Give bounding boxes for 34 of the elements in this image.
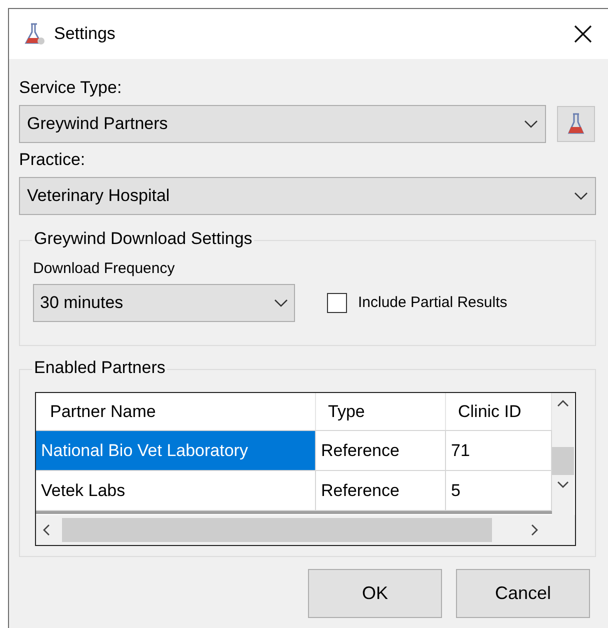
scroll-thumb[interactable] bbox=[62, 518, 492, 542]
flask-icon bbox=[567, 112, 585, 136]
field-label: Download Frequency bbox=[33, 259, 175, 279]
table-cell: Vetek Labs bbox=[36, 471, 316, 510]
practice-dropdown[interactable]: Veterinary Hospital bbox=[19, 177, 596, 215]
vertical-scrollbar[interactable] bbox=[552, 393, 574, 515]
close-icon bbox=[574, 25, 592, 43]
table-row[interactable]: Vetek Labs Reference 5 bbox=[36, 471, 552, 511]
chevron-down-icon bbox=[557, 481, 569, 489]
dialog-button[interactable]: Cancel bbox=[456, 569, 590, 618]
window-title: Settings bbox=[54, 23, 116, 46]
dialog-button[interactable]: OK bbox=[308, 569, 442, 618]
flask-button[interactable] bbox=[557, 106, 595, 142]
service-type-dropdown[interactable]: Greywind Partners bbox=[19, 105, 546, 143]
field-label: Practice: bbox=[19, 149, 86, 171]
flask-icon bbox=[24, 22, 46, 46]
chevron-down-icon bbox=[274, 299, 288, 307]
chevron-right-icon bbox=[531, 524, 539, 536]
chevron-down-icon bbox=[524, 120, 538, 128]
checkbox-label: Include Partial Results bbox=[358, 292, 508, 313]
field-label: Service Type: bbox=[19, 77, 123, 99]
column-header[interactable]: Type bbox=[316, 393, 446, 430]
horizontal-scrollbar[interactable] bbox=[36, 515, 575, 545]
checkbox[interactable] bbox=[327, 293, 347, 313]
column-header[interactable]: Partner Name bbox=[36, 393, 316, 430]
table-cell: Reference bbox=[316, 431, 446, 470]
chevron-up-icon bbox=[557, 399, 569, 407]
chevron-down-icon bbox=[574, 192, 588, 200]
frequency-dropdown[interactable]: 30 minutes bbox=[33, 284, 295, 322]
table-row[interactable]: National Bio Vet Laboratory Reference 71 bbox=[36, 431, 552, 471]
table-cell: National Bio Vet Laboratory bbox=[36, 431, 316, 470]
table-cell: Reference bbox=[316, 471, 446, 510]
scroll-thumb[interactable] bbox=[552, 447, 574, 475]
chevron-left-icon bbox=[42, 524, 50, 536]
